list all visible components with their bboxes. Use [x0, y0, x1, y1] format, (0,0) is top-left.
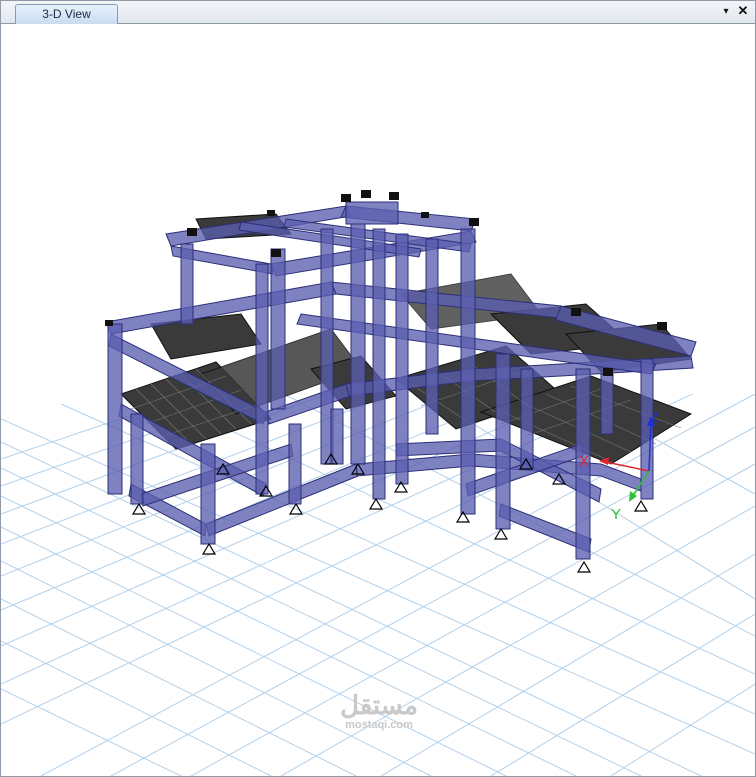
tab-menu-icon[interactable]: ▾	[719, 5, 733, 19]
3d-viewport[interactable]: X Y Z	[1, 24, 755, 776]
viewer-window: 3-D View ▾ ✕ X Y Z مستقل mostaqi.com	[0, 0, 756, 777]
axis-y-label: Y	[611, 506, 621, 523]
structure-model: X Y Z	[1, 24, 755, 776]
tab-strip: 3-D View ▾ ✕	[1, 1, 755, 24]
axis-z-label: Z	[651, 410, 659, 425]
tab-3d-view[interactable]: 3-D View	[15, 4, 118, 24]
close-icon[interactable]: ✕	[736, 4, 750, 18]
axis-x-label: X	[579, 453, 589, 470]
